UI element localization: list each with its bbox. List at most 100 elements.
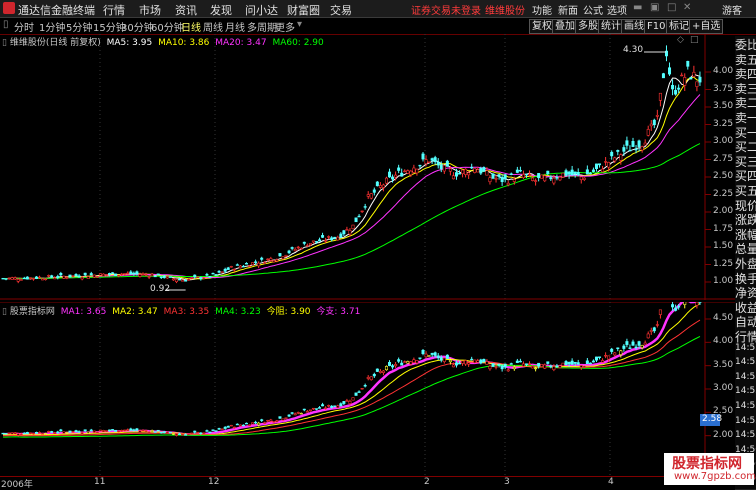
side-panel-item[interactable]: 卖二 [735, 94, 756, 110]
candle-body [136, 272, 138, 274]
app-name: 通达信金融终端 [18, 2, 95, 18]
candle-body [321, 235, 323, 237]
tab-period-daily[interactable]: 日线 [181, 19, 201, 34]
side-panel-item[interactable]: 14:55 [735, 401, 756, 417]
side-panel-item[interactable]: 14:55 [735, 386, 756, 402]
side-panel-item[interactable]: 14:55 [735, 430, 756, 446]
side-panel-item[interactable]: 净资 [735, 284, 756, 300]
side-panel-item[interactable]: 涨幅 [735, 226, 756, 242]
indicator-bar [352, 398, 354, 400]
legend-ma20: MA20: 3.47 [215, 38, 266, 48]
side-panel-item[interactable]: 14:55 [735, 416, 756, 432]
add-watchlist-button[interactable]: +自选 [689, 19, 723, 34]
indicator-bar [629, 348, 631, 349]
tab-period-30min[interactable]: 30分钟 [121, 19, 154, 34]
restore-icon[interactable]: ▣ [650, 2, 659, 13]
candle-body [197, 277, 199, 278]
chart-settings-icon[interactable]: ◇ [677, 35, 684, 45]
candle-body [41, 279, 43, 280]
tab-period-more[interactable]: 更多 [275, 19, 295, 34]
menu-item-zixun[interactable]: 资讯 [175, 2, 197, 18]
candle-body [677, 88, 679, 89]
indicator-bar [154, 432, 156, 433]
menu-xuanxiang[interactable]: 选项 [607, 2, 627, 17]
toolbar-toggle-icon[interactable]: ▯ [3, 19, 9, 30]
indicator-bar [437, 356, 439, 358]
menu-item-caifuquan[interactable]: 财富圈 [287, 2, 320, 18]
menu-xinmian[interactable]: 新面 [558, 2, 578, 17]
menu-item-shichang[interactable]: 市场 [139, 2, 161, 18]
tab-period-fenshi[interactable]: 分时 [14, 19, 34, 34]
side-panel-item[interactable]: 14:55 [735, 372, 756, 388]
side-panel-item[interactable]: 卖五 [735, 51, 756, 67]
legend-toggle-icon[interactable]: ▯ [2, 38, 7, 48]
indicator-bar [181, 434, 183, 435]
tab-period-60min[interactable]: 60分钟 [151, 19, 184, 34]
tab-period-multi[interactable]: 多周期 [247, 19, 277, 34]
side-panel-item[interactable]: 买一 [735, 124, 756, 140]
chart-collapse-icon[interactable]: □ [690, 35, 699, 45]
candle-body [407, 171, 409, 174]
menu-item-faxian[interactable]: 发现 [210, 2, 232, 18]
tab-period-weekly[interactable]: 周线 [203, 19, 223, 34]
menu-item-hangqing[interactable]: 行情 [103, 2, 125, 18]
legend-toggle-icon[interactable]: ▯ [2, 307, 7, 317]
side-panel-item[interactable]: 买二 [735, 138, 756, 154]
candle-body [525, 174, 527, 175]
tab-period-monthly[interactable]: 月线 [225, 19, 245, 34]
candle-body [416, 169, 418, 173]
side-panel-item[interactable]: 行情 [735, 328, 756, 344]
period-toolbar: ▯ 分时 1分钟 5分钟 15分钟 30分钟 60分钟 日线 周线 月线 多周期… [0, 18, 756, 35]
menu-item-jiaoyi[interactable]: 交易 [330, 2, 352, 18]
side-panel-item[interactable]: 14:55 [735, 343, 756, 359]
chevron-down-icon[interactable]: ▾ [297, 19, 302, 30]
legend-ma3: MA3: 3.35 [164, 307, 210, 317]
maximize-icon[interactable]: □ [667, 2, 676, 13]
indicator-bar [656, 325, 658, 326]
candle-body [449, 169, 451, 171]
indicator-chart[interactable] [0, 302, 735, 476]
tab-period-1min[interactable]: 1分钟 [39, 19, 65, 34]
tab-period-5min[interactable]: 5分钟 [66, 19, 92, 34]
side-panel-item[interactable]: 换手 [735, 270, 756, 286]
indicator-bar [93, 431, 95, 432]
f10-button[interactable]: F10 [644, 19, 668, 34]
side-panel-item[interactable]: 买四 [735, 167, 756, 183]
indicator-bar [276, 421, 278, 422]
side-panel-item[interactable]: 委比 [735, 36, 756, 52]
candle-body [632, 141, 634, 146]
side-panel-item[interactable]: 卖三 [735, 80, 756, 96]
candle-body [47, 275, 49, 276]
menu-gongshi[interactable]: 公式 [583, 2, 603, 17]
minimize-icon[interactable]: ▬ [633, 2, 642, 13]
side-panel-item[interactable]: 收益 [735, 299, 756, 315]
candle-body [120, 274, 122, 275]
guest-label[interactable]: 游客 [722, 2, 742, 17]
candle-body [464, 169, 466, 174]
side-panel-item[interactable]: 卖四 [735, 65, 756, 81]
indicator-bar [133, 430, 135, 431]
indicator-bar [148, 432, 150, 433]
indicator-bar [66, 433, 68, 434]
close-icon[interactable]: ✕ [683, 2, 691, 13]
menu-item-wenxiaoda[interactable]: 问小达 [245, 2, 278, 18]
candle-body [437, 162, 439, 165]
trade-login-status[interactable]: 证券交易未登录 [411, 2, 481, 17]
side-panel-item[interactable]: 涨跌 [735, 211, 756, 227]
side-panel-item[interactable]: 卖一 [735, 109, 756, 125]
menu-gongneng[interactable]: 功能 [532, 2, 552, 17]
side-panel-item[interactable]: 现价 [735, 197, 756, 213]
candle-body [26, 277, 28, 279]
candle-body [607, 162, 609, 167]
side-panel-item[interactable]: 外盘 [735, 255, 756, 271]
candle-body [604, 161, 606, 162]
indicator-bar [8, 433, 10, 434]
main-kline-chart[interactable] [0, 34, 735, 300]
side-panel-item[interactable]: 买三 [735, 153, 756, 169]
side-panel-item[interactable]: 14:55 [735, 357, 756, 373]
side-panel-item[interactable]: 总量 [735, 240, 756, 256]
side-panel-item[interactable]: 自动 [735, 313, 756, 329]
indicator-bar [117, 431, 119, 432]
side-panel-item[interactable]: 买五 [735, 182, 756, 198]
indicator-bar [562, 363, 564, 366]
